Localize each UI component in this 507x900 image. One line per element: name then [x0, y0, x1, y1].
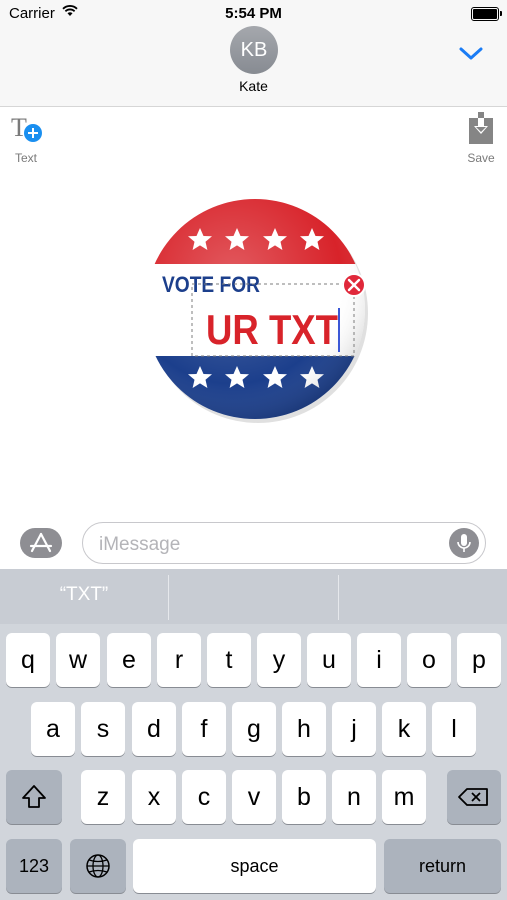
- contact-name[interactable]: Kate: [0, 78, 507, 94]
- message-input[interactable]: iMessage: [82, 522, 486, 564]
- delete-text-icon[interactable]: [342, 273, 366, 297]
- save-button[interactable]: Save: [461, 112, 501, 165]
- clock: 5:54 PM: [225, 5, 282, 22]
- suggestion-2[interactable]: [169, 569, 338, 624]
- contact-avatar[interactable]: KB: [230, 26, 278, 74]
- key-p[interactable]: p: [457, 633, 501, 687]
- chevron-down-icon: [459, 47, 483, 60]
- return-key[interactable]: return: [384, 839, 501, 893]
- predictive-bar: “TXT”: [0, 569, 507, 624]
- add-text-icon: T: [11, 113, 42, 142]
- key-e[interactable]: e: [107, 633, 151, 687]
- svg-text:T: T: [11, 113, 27, 142]
- save-label: Save: [467, 151, 495, 165]
- key-d[interactable]: d: [132, 702, 176, 756]
- text-tool-label: Text: [14, 151, 37, 165]
- status-bar: Carrier 5:54 PM: [0, 0, 507, 26]
- key-z[interactable]: z: [81, 770, 125, 824]
- key-k[interactable]: k: [382, 702, 426, 756]
- globe-icon: [86, 854, 110, 878]
- key-m[interactable]: m: [382, 770, 426, 824]
- key-x[interactable]: x: [132, 770, 176, 824]
- keyboard: “TXT” q w e r t y u i o p a s d f g h j …: [0, 569, 507, 900]
- shift-key[interactable]: [6, 770, 62, 824]
- suggestion-3[interactable]: [339, 569, 507, 624]
- key-o[interactable]: o: [407, 633, 451, 687]
- key-a[interactable]: a: [31, 702, 75, 756]
- microphone-icon: [457, 534, 471, 552]
- key-w[interactable]: w: [56, 633, 100, 687]
- message-placeholder: iMessage: [99, 534, 181, 555]
- key-l[interactable]: l: [432, 702, 476, 756]
- key-u[interactable]: u: [307, 633, 351, 687]
- key-h[interactable]: h: [282, 702, 326, 756]
- key-g[interactable]: g: [232, 702, 276, 756]
- key-q[interactable]: q: [6, 633, 50, 687]
- globe-key[interactable]: [70, 839, 126, 893]
- battery-fill: [473, 9, 497, 19]
- key-y[interactable]: y: [257, 633, 301, 687]
- key-f[interactable]: f: [182, 702, 226, 756]
- vote-button-sticker[interactable]: VOTE FOR UR TXT: [142, 196, 370, 429]
- key-r[interactable]: r: [157, 633, 201, 687]
- key-b[interactable]: b: [282, 770, 326, 824]
- shift-arrow-icon: [22, 785, 46, 808]
- save-download-icon: [469, 112, 493, 144]
- collapse-button[interactable]: [457, 40, 485, 68]
- app-store-icon: [29, 532, 53, 553]
- conversation-header: KB Kate: [0, 26, 507, 107]
- key-v[interactable]: v: [232, 770, 276, 824]
- key-t[interactable]: t: [207, 633, 251, 687]
- dictation-button[interactable]: [449, 528, 479, 558]
- backspace-key[interactable]: [447, 770, 501, 824]
- sticker-main-text: UR TXT: [206, 306, 338, 353]
- suggestion-1[interactable]: “TXT”: [0, 569, 168, 624]
- key-j[interactable]: j: [332, 702, 376, 756]
- numbers-key[interactable]: 123: [6, 839, 62, 893]
- text-tool-button[interactable]: T Text: [8, 112, 44, 165]
- backspace-icon: [458, 788, 488, 806]
- app-store-button[interactable]: [20, 528, 62, 558]
- key-c[interactable]: c: [182, 770, 226, 824]
- battery-icon: [471, 7, 502, 21]
- space-key[interactable]: space: [133, 839, 376, 893]
- key-s[interactable]: s: [81, 702, 125, 756]
- key-n[interactable]: n: [332, 770, 376, 824]
- key-i[interactable]: i: [357, 633, 401, 687]
